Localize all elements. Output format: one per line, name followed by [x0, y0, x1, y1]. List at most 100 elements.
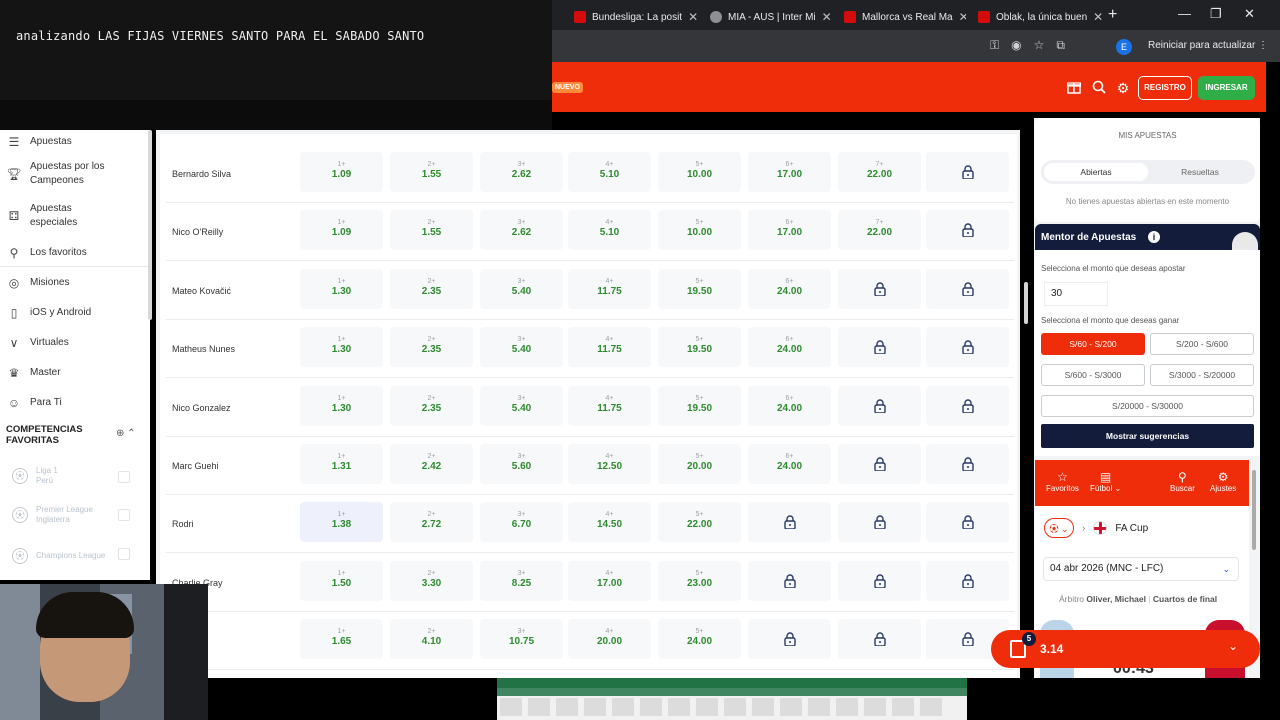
odds-button[interactable]: 3+ 5.40: [480, 327, 563, 368]
excel-tool[interactable]: [892, 698, 914, 716]
odds-button[interactable]: 4+ 11.75: [568, 268, 651, 309]
close-icon[interactable]: ✕: [822, 10, 832, 24]
odds-button[interactable]: 3+ 10.75: [480, 619, 563, 660]
odds-button[interactable]: 4+ 11.75: [568, 385, 651, 426]
favorite-checkbox[interactable]: [118, 471, 130, 483]
sidebar-item-special[interactable]: ⚃ Apuestas especiales: [6, 202, 116, 230]
search-tool[interactable]: ⚲ Buscar: [1170, 470, 1195, 493]
search-icon[interactable]: [1091, 80, 1107, 96]
odds-button[interactable]: 2+ 1.55: [390, 210, 473, 251]
favorite-competition[interactable]: ⚽︎ Liga 1 Perú: [12, 466, 58, 486]
odds-button[interactable]: 6+ 17.00: [748, 210, 831, 251]
minimize-icon[interactable]: —: [1178, 6, 1191, 21]
odds-button[interactable]: 3+ 2.62: [480, 152, 563, 192]
odds-button[interactable]: 5+ 10.00: [658, 152, 741, 192]
sidebar-item-apps[interactable]: ▯ iOS y Android: [6, 305, 91, 321]
excel-tool[interactable]: [920, 698, 942, 716]
odds-button[interactable]: 2+ 1.55: [390, 152, 473, 192]
range-option[interactable]: S/3000 - S/20000: [1150, 364, 1254, 386]
odds-button[interactable]: 6+ 24.00: [748, 268, 831, 309]
odds-button[interactable]: 1+ 1.30: [300, 327, 383, 368]
sidebar-item-favorites[interactable]: ⚲ Los favoritos: [6, 245, 87, 261]
range-option[interactable]: S/20000 - S/30000: [1041, 395, 1254, 417]
excel-tool[interactable]: [724, 698, 746, 716]
odds-button[interactable]: 2+ 2.42: [390, 444, 473, 484]
window-close-icon[interactable]: ✕: [1244, 6, 1255, 22]
chevron-down-icon[interactable]: ⌄: [1228, 639, 1238, 653]
sidebar-item-para-ti[interactable]: ☺ Para Ti: [6, 395, 62, 411]
sport-selector[interactable]: ⚽︎ ⌄: [1044, 518, 1074, 538]
update-button[interactable]: Reiniciar para actualizar ⋮: [1140, 36, 1276, 56]
tab-open-bets[interactable]: Abiertas: [1044, 163, 1148, 181]
odds-button[interactable]: 1+ 1.30: [300, 268, 383, 309]
odds-button[interactable]: 5+ 23.00: [658, 560, 741, 601]
login-button[interactable]: INGRESAR: [1198, 76, 1255, 100]
register-button[interactable]: REGISTRO: [1138, 76, 1192, 100]
gift-icon[interactable]: [1066, 80, 1082, 96]
range-option[interactable]: S/60 - S/200: [1041, 333, 1145, 355]
tab-resolved-bets[interactable]: Resueltas: [1150, 163, 1250, 181]
maximize-icon[interactable]: ❐: [1210, 6, 1222, 22]
excel-tool[interactable]: [668, 698, 690, 716]
close-icon[interactable]: ✕: [959, 10, 966, 24]
extensions-icon[interactable]: ⧉: [1056, 38, 1065, 53]
excel-tool[interactable]: [500, 698, 522, 716]
favorite-competition[interactable]: ⚽︎ Champions League: [12, 548, 105, 564]
excel-tool[interactable]: [612, 698, 634, 716]
odds-button[interactable]: 3+ 5.40: [480, 268, 563, 309]
favorites-tool[interactable]: ☆ Favoritos: [1046, 470, 1079, 493]
odds-button[interactable]: 7+ 22.00: [838, 210, 921, 251]
odds-button[interactable]: 6+ 17.00: [748, 152, 831, 192]
odds-button[interactable]: 5+ 20.00: [658, 444, 741, 484]
excel-tool[interactable]: [780, 698, 802, 716]
browser-tab[interactable]: Mallorca vs Real Ma ✕: [836, 4, 966, 30]
odds-button[interactable]: 1+ 1.31: [300, 444, 383, 484]
odds-button[interactable]: 3+ 2.62: [480, 210, 563, 251]
odds-button[interactable]: 7+ 22.00: [838, 152, 921, 192]
eye-off-icon[interactable]: ◉: [1011, 38, 1021, 53]
main-scrollbar[interactable]: [1024, 282, 1028, 324]
odds-button[interactable]: 5+ 10.00: [658, 210, 741, 251]
settings-tool[interactable]: ⚙ Ajustes: [1210, 470, 1236, 493]
odds-button[interactable]: 1+ 1.50: [300, 560, 383, 601]
sidebar-item-master[interactable]: ♛ Master: [6, 365, 61, 381]
excel-tool[interactable]: [640, 698, 662, 716]
excel-tool[interactable]: [808, 698, 830, 716]
range-option[interactable]: S/200 - S/600: [1150, 333, 1254, 355]
star-icon[interactable]: ☆: [1034, 38, 1045, 53]
odds-button[interactable]: 5+ 22.00: [658, 502, 741, 543]
odds-button[interactable]: 2+ 4.10: [390, 619, 473, 660]
odds-button[interactable]: 1+ 1.09: [300, 152, 383, 192]
odds-button[interactable]: 6+ 24.00: [748, 327, 831, 368]
odds-button[interactable]: 3+ 8.25: [480, 560, 563, 601]
odds-button[interactable]: 4+ 11.75: [568, 327, 651, 368]
excel-tool[interactable]: [584, 698, 606, 716]
browser-tab[interactable]: MIA - AUS | Inter Mi ✕: [702, 4, 834, 30]
odds-button[interactable]: 6+ 24.00: [748, 444, 831, 484]
new-tab-icon[interactable]: +: [1108, 6, 1117, 24]
close-icon[interactable]: ✕: [688, 10, 698, 24]
favorite-checkbox[interactable]: [118, 548, 130, 560]
excel-tool[interactable]: [864, 698, 886, 716]
odds-button[interactable]: 3+ 6.70: [480, 502, 563, 543]
amount-input[interactable]: 30: [1044, 282, 1108, 306]
excel-tool[interactable]: [696, 698, 718, 716]
add-collapse-icon[interactable]: ⊕ ⌃: [116, 428, 136, 439]
odds-button[interactable]: 4+ 14.50: [568, 502, 651, 543]
favorite-competition[interactable]: ⚽︎ Premier League Inglaterra: [12, 505, 93, 525]
profile-avatar[interactable]: E: [1116, 39, 1132, 55]
key-icon[interactable]: ⚿: [990, 38, 999, 53]
odds-button[interactable]: 4+ 5.10: [568, 210, 651, 251]
close-icon[interactable]: ✕: [1093, 10, 1103, 24]
odds-button[interactable]: 4+ 12.50: [568, 444, 651, 484]
odds-button[interactable]: 5+ 19.50: [658, 268, 741, 309]
odds-button[interactable]: 1+ 1.30: [300, 385, 383, 426]
sidebar-scrollbar[interactable]: [148, 130, 152, 320]
odds-button[interactable]: 6+ 24.00: [748, 385, 831, 426]
odds-button[interactable]: 5+ 19.50: [658, 327, 741, 368]
favorite-checkbox[interactable]: [118, 509, 130, 521]
odds-button[interactable]: 3+ 5.40: [480, 385, 563, 426]
odds-button[interactable]: 1+ 1.09: [300, 210, 383, 251]
sport-tool[interactable]: ▤ Fútbol ⌄: [1090, 470, 1121, 493]
odds-button[interactable]: 5+ 19.50: [658, 385, 741, 426]
